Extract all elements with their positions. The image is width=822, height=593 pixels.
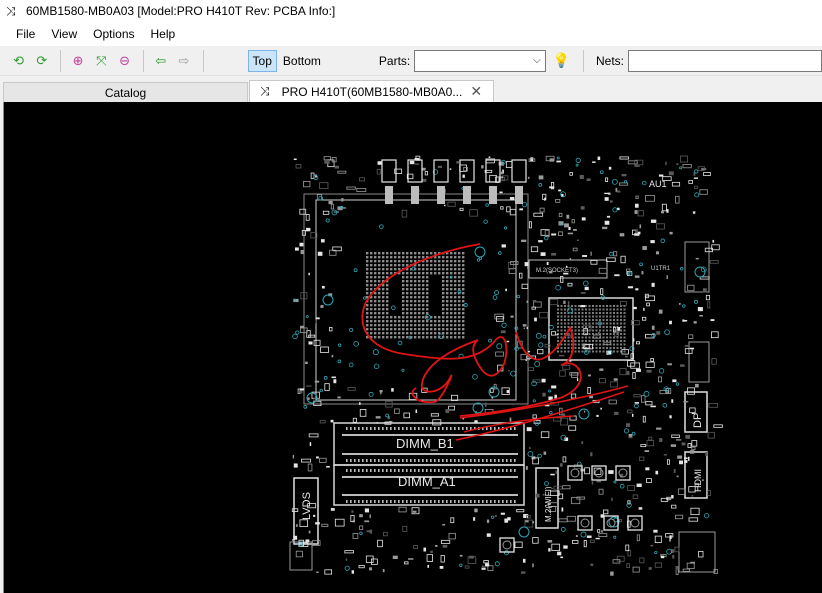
back-arrow-icon[interactable]: ⇦ xyxy=(150,50,171,72)
hdmi-label: HDMI xyxy=(693,469,703,492)
nets-label: Nets: xyxy=(595,53,624,68)
board-components xyxy=(291,155,723,576)
m2-socket3-label: M.2(SOCKET3) xyxy=(536,268,578,274)
highlight-bulb-icon[interactable]: 💡 xyxy=(552,51,571,71)
nets-input[interactable] xyxy=(628,49,822,72)
chevron-down-icon[interactable]: ⌵ xyxy=(533,55,541,66)
lvds-label: LVDS xyxy=(301,492,313,520)
top-layer-button[interactable]: Top xyxy=(247,49,277,72)
parts-label: Parts: xyxy=(378,53,411,68)
forward-arrow-icon[interactable]: ⇨ xyxy=(173,50,194,72)
close-icon[interactable]: ✕ xyxy=(470,83,482,100)
fit-icon[interactable]: ⤧ xyxy=(91,50,112,72)
tab-board[interactable]: ⤨ PRO H410T(60MB1580-MB0A0... ✕ xyxy=(249,80,494,102)
title-bar: ⤨ 60MB1580-MB0A03 [Model:PRO H410T Rev: … xyxy=(0,0,822,22)
dimm-b1-label: DIMM_B1 xyxy=(396,436,454,451)
toolbar-separator xyxy=(60,49,62,72)
u1tr1-label: U1TR1 xyxy=(651,266,671,272)
rotate-left-icon[interactable]: ⟲ xyxy=(8,50,29,72)
tab-board-label: PRO H410T(60MB1580-MB0A0... xyxy=(281,84,463,99)
document-tabs: Catalog ⤨ PRO H410T(60MB1580-MB0A0... ✕ xyxy=(0,78,822,102)
toolbar-separator xyxy=(583,49,584,72)
au1-label: AU1 xyxy=(649,179,667,189)
zoom-out-icon[interactable]: ⊖ xyxy=(114,50,135,72)
menu-view[interactable]: View xyxy=(43,27,85,41)
board-canvas[interactable]: DIMM_B1 DIMM_A1 LVDS M.2(WIFI) DP HDMI A… xyxy=(3,102,822,593)
dimm-a1-label: DIMM_A1 xyxy=(398,474,456,489)
pcb-view: DIMM_B1 DIMM_A1 LVDS M.2(WIFI) DP HDMI A… xyxy=(289,155,723,576)
toolbar-separator xyxy=(143,49,145,72)
window-title: 60MB1580-MB0A03 [Model:PRO H410T Rev: PC… xyxy=(26,4,336,18)
toolbar: ⟲ ⟳ ⊕ ⤧ ⊖ ⇦ ⇨ Top Bottom Parts: ⌵ 💡 Nets… xyxy=(0,46,822,76)
shuffle-icon: ⤨ xyxy=(6,3,16,18)
dp-label: DP xyxy=(692,413,704,428)
rotate-right-icon[interactable]: ⟳ xyxy=(31,50,52,72)
shuffle-icon: ⤨ xyxy=(260,84,270,98)
m2-wifi-label: M.2(WIFI) xyxy=(544,486,553,522)
menu-help[interactable]: Help xyxy=(143,27,184,41)
parts-combobox[interactable]: ⌵ xyxy=(414,49,546,72)
toolbar-separator xyxy=(202,49,204,72)
bottom-layer-button[interactable]: Bottom xyxy=(279,50,325,72)
menu-bar: File View Options Help xyxy=(0,22,822,46)
tab-catalog-label: Catalog xyxy=(104,85,147,100)
zoom-in-icon[interactable]: ⊕ xyxy=(67,50,88,72)
menu-options[interactable]: Options xyxy=(85,27,142,41)
menu-file[interactable]: File xyxy=(8,27,43,41)
tab-catalog[interactable]: Catalog xyxy=(3,82,248,102)
